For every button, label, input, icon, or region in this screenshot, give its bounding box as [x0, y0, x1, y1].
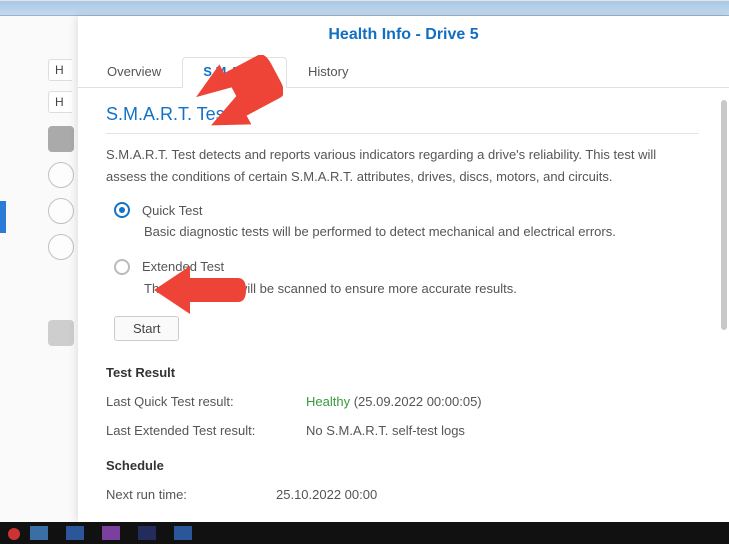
schedule-next-key: Next run time:	[106, 487, 276, 502]
bg-drive-list	[48, 126, 78, 356]
schedule-next-val: 25.10.2022 00:00	[276, 487, 377, 502]
last-extended-val: No S.M.A.R.T. self-test logs	[306, 423, 465, 438]
bg-tab-1[interactable]: H	[48, 59, 72, 81]
quick-test-label: Quick Test	[142, 203, 202, 218]
extended-test-label: Extended Test	[142, 259, 224, 274]
last-extended-row: Last Extended Test result: No S.M.A.R.T.…	[106, 423, 699, 438]
drive-icon[interactable]	[48, 162, 74, 188]
health-info-modal: Health Info - Drive 5 Overview S.M.A.R.T…	[78, 16, 729, 522]
last-quick-row: Last Quick Test result: Healthy (25.09.2…	[106, 394, 699, 409]
quick-test-option[interactable]: Quick Test	[114, 202, 699, 218]
smart-test-description: S.M.A.R.T. Test detects and reports vari…	[106, 144, 699, 188]
taskbar-app-icon[interactable]	[138, 526, 156, 540]
tab-bar: Overview S.M.A.R.T. History	[78, 56, 729, 88]
taskbar-app-icon[interactable]	[174, 526, 192, 540]
quick-test-desc: Basic diagnostic tests will be performed…	[144, 222, 699, 243]
scrollbar-thumb[interactable]	[721, 100, 727, 330]
start-button[interactable]: Start	[114, 316, 179, 341]
status-healthy: Healthy	[306, 394, 350, 409]
tab-history[interactable]: History	[287, 57, 369, 88]
extended-test-option[interactable]: Extended Test	[114, 259, 699, 275]
taskbar-app-icon[interactable]	[30, 526, 48, 540]
bg-tab-2[interactable]: H	[48, 91, 72, 113]
last-quick-time: (25.09.2022 00:00:05)	[350, 394, 482, 409]
drive-icon-selected[interactable]	[48, 320, 74, 346]
last-extended-key: Last Extended Test result:	[106, 423, 306, 438]
drive-icon[interactable]	[48, 198, 74, 224]
schedule-next-row: Next run time: 25.10.2022 00:00	[106, 487, 699, 502]
drive-icon[interactable]	[48, 126, 74, 152]
last-quick-key: Last Quick Test result:	[106, 394, 306, 409]
test-result-heading: Test Result	[106, 365, 699, 380]
taskbar-record-icon[interactable]	[8, 528, 20, 540]
schedule-heading: Schedule	[106, 458, 699, 473]
last-quick-val: Healthy (25.09.2022 00:00:05)	[306, 394, 482, 409]
drive-icon[interactable]	[48, 234, 74, 260]
divider	[106, 133, 699, 134]
tab-smart[interactable]: S.M.A.R.T.	[182, 57, 287, 88]
left-accent-bar	[0, 201, 6, 233]
radio-extended-test[interactable]	[114, 259, 130, 275]
modal-title: Health Info - Drive 5	[78, 16, 729, 56]
extended-test-desc: The entire drive will be scanned to ensu…	[144, 279, 699, 300]
window-titlebar-strip	[0, 0, 729, 16]
modal-body: S.M.A.R.T. Test S.M.A.R.T. Test detects …	[78, 88, 729, 518]
taskbar[interactable]	[0, 522, 729, 544]
tab-overview[interactable]: Overview	[86, 57, 182, 88]
taskbar-app-icon[interactable]	[66, 526, 84, 540]
radio-quick-test[interactable]	[114, 202, 130, 218]
smart-test-heading: S.M.A.R.T. Test	[106, 104, 699, 125]
taskbar-app-icon[interactable]	[102, 526, 120, 540]
